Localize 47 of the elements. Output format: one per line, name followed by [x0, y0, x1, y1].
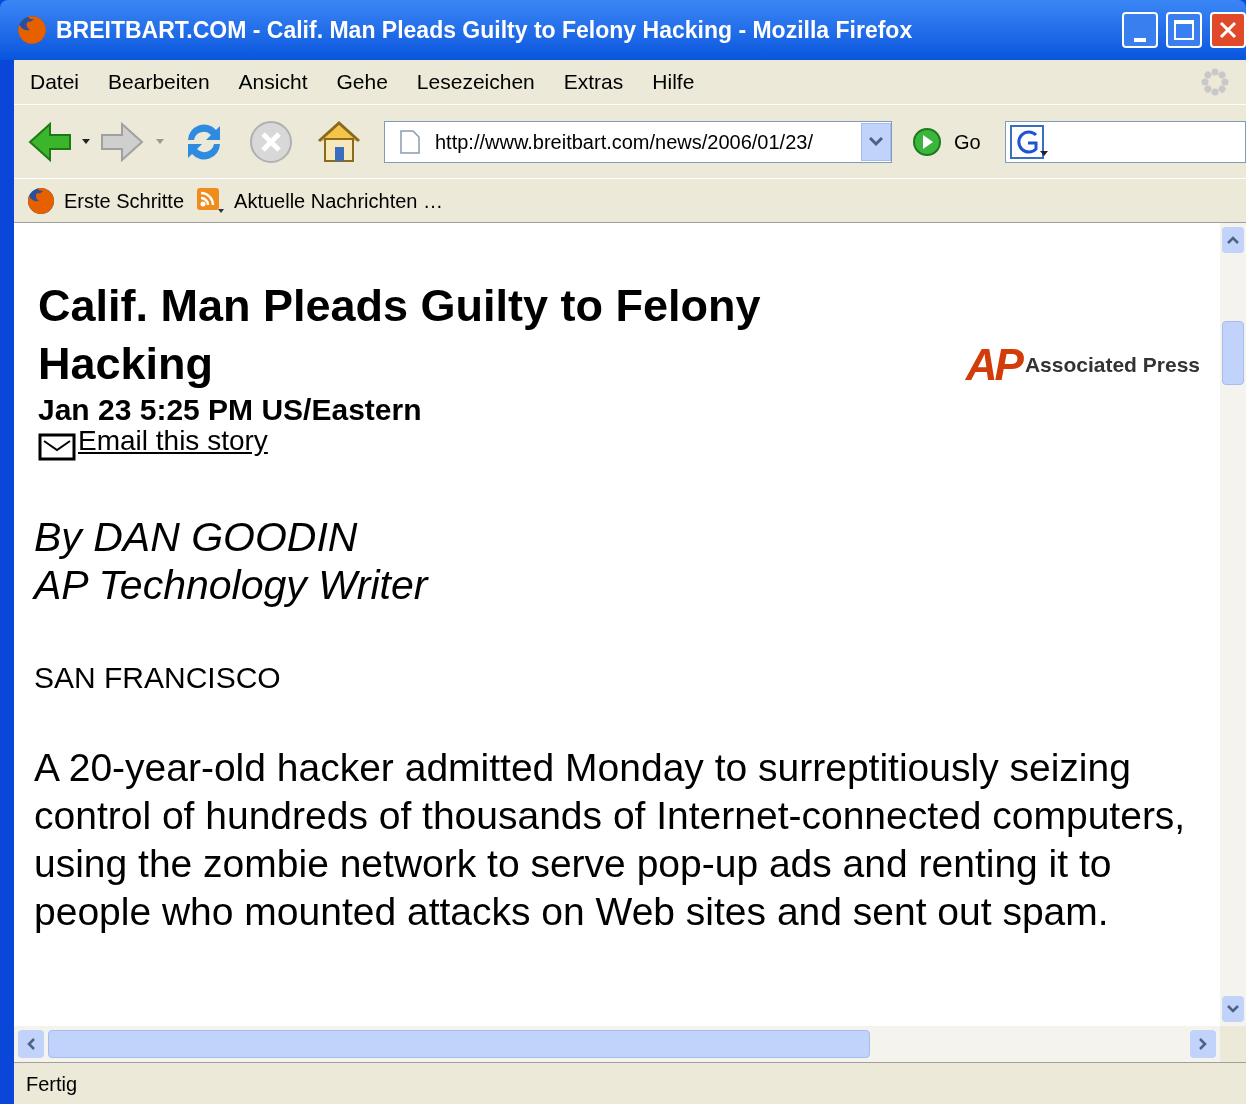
scroll-down-button[interactable] — [1222, 996, 1244, 1022]
chevron-down-icon — [869, 136, 883, 147]
dateline: SAN FRANCISCO — [34, 660, 282, 696]
maximize-button[interactable] — [1166, 12, 1202, 48]
search-engine-icon — [1009, 124, 1050, 159]
chevron-left-icon — [27, 1038, 35, 1050]
firefox-icon — [26, 185, 56, 216]
feed-icon — [196, 186, 227, 215]
address-field[interactable]: http://www.breitbart.com/news/2006/01/23/ — [384, 120, 892, 163]
article-headline: Calif. Man Pleads Guilty to Felony Hacking — [37, 279, 762, 391]
article-date: Jan 23 5:25 PM US/Eastern — [37, 393, 423, 427]
byline: By DAN GOODIN — [34, 513, 359, 561]
menu-item[interactable]: Gehe — [336, 66, 388, 98]
firefox-icon — [16, 14, 48, 46]
bookmark-item[interactable]: Aktuelle Nachrichten … — [196, 185, 444, 216]
scroll-right-button[interactable] — [1190, 1030, 1216, 1058]
menu-item[interactable]: Extras — [563, 66, 624, 98]
menu-item[interactable]: Lesezeichen — [416, 66, 535, 98]
play-icon — [912, 126, 942, 157]
chevron-up-icon — [1227, 236, 1239, 244]
menu-item[interactable]: Bearbeiten — [108, 66, 210, 98]
status-text: Fertig — [26, 1071, 78, 1097]
search-field[interactable] — [1004, 120, 1246, 163]
scroll-up-button[interactable] — [1222, 227, 1244, 253]
byline: AP Technology Writer — [34, 561, 430, 609]
menu-item[interactable]: Hilfe — [652, 66, 695, 98]
envelope-icon — [38, 431, 78, 461]
close-button[interactable] — [1210, 12, 1246, 48]
throbber-icon — [1200, 67, 1230, 97]
chevron-right-icon — [1199, 1038, 1207, 1050]
menu-item[interactable]: Ansicht — [238, 66, 308, 98]
scroll-thumb[interactable] — [1222, 321, 1244, 385]
chevron-down-icon — [1227, 1005, 1239, 1013]
article-paragraph: A 20-year-old hacker admitted Monday to surreptitiously seizing control of hundreds of thousands of Internet-connected computers, using the zombie network to serve pop-up ads and renting it to people who mounted attacks on Web sites and sent out spam. — [34, 745, 1187, 935]
bookmark-item[interactable]: Erste Schritte — [26, 185, 185, 216]
stop-button[interactable] — [248, 118, 294, 165]
close-icon — [1218, 20, 1238, 40]
menu-item[interactable]: Datei — [30, 66, 80, 98]
email-link[interactable]: Email this story — [78, 427, 268, 455]
vertical-scrollbar[interactable] — [1220, 223, 1246, 1026]
window-title: BREITBART.COM - Calif. Man Pleads Guilty to Felony Hacking - Mozilla Firefox — [56, 15, 914, 45]
go-button[interactable]: Go — [912, 126, 981, 157]
scroll-thumb[interactable] — [48, 1030, 870, 1058]
dropdown-button[interactable] — [861, 122, 891, 161]
horizontal-scrollbar[interactable] — [14, 1026, 1220, 1062]
minimize-button[interactable] — [1122, 12, 1158, 48]
scroll-left-button[interactable] — [18, 1030, 44, 1058]
